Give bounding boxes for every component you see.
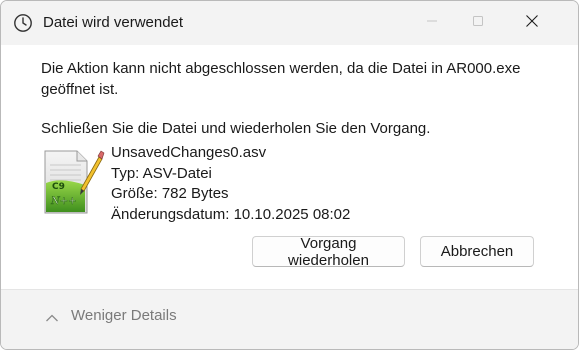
svg-text:C9: C9 (52, 182, 65, 192)
instruction-message: Schließen Sie die Datei und wiederholen … (41, 120, 431, 137)
window-title: Datei wird verwendet (43, 14, 184, 31)
fewer-details-label: Weniger Details (71, 307, 177, 324)
retry-button[interactable]: Vorgang wiederholen (252, 235, 405, 269)
file-details: UnsavedChanges0.asv Typ: ASV-Datei Größe… (111, 143, 350, 225)
file-type: Typ: ASV-Datei (111, 164, 212, 182)
minimize-button[interactable] (409, 1, 455, 45)
maximize-button[interactable] (455, 1, 501, 45)
clock-icon (13, 13, 33, 33)
maximize-icon (472, 14, 484, 32)
notepad-plus-plus-file-icon: C9 N++ (41, 149, 105, 215)
svg-text:N++: N++ (50, 196, 77, 207)
file-modified-date: Änderungsdatum: 10.10.2025 08:02 (111, 205, 351, 223)
file-name: UnsavedChanges0.asv (111, 144, 267, 161)
dialog-content: Die Aktion kann nicht abgeschlossen werd… (1, 45, 578, 289)
cancel-button[interactable]: Abbrechen (420, 236, 534, 267)
minimize-icon (426, 14, 438, 32)
dialog-footer: Weniger Details (1, 290, 578, 349)
close-button[interactable] (509, 1, 555, 45)
error-message: Die Aktion kann nicht abgeschlossen werd… (41, 60, 521, 98)
file-in-use-dialog: Datei wird verwendet Die Aktion kann nic… (0, 0, 579, 350)
chevron-up-icon (45, 310, 59, 322)
title-bar[interactable]: Datei wird verwendet (1, 1, 578, 45)
close-icon (525, 14, 539, 33)
file-size: Größe: 782 Bytes (111, 185, 229, 202)
